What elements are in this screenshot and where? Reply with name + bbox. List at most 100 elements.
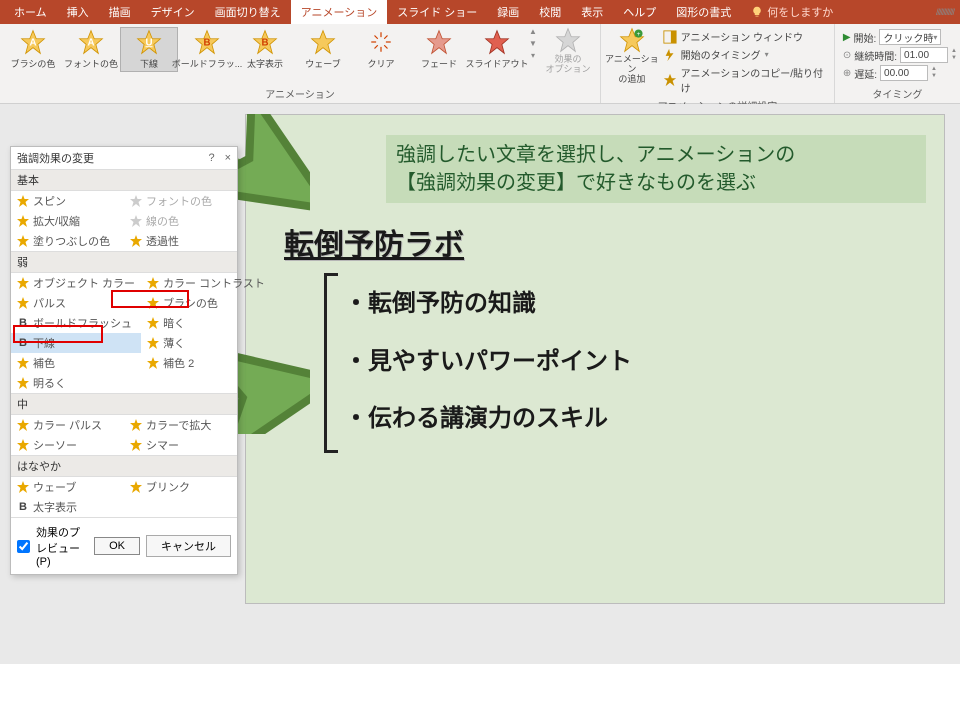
anim-gallery-bold[interactable]: B 太字表示 <box>236 27 294 72</box>
duration-spinner[interactable]: ▲▼ <box>951 48 957 62</box>
ribbon-group-timing: ▶ 開始: クリック時 ▾ ⊙ 継続時間: 01.00 ▲▼ ⊕ <box>835 24 960 103</box>
tab-design[interactable]: デザイン <box>141 0 205 24</box>
ribbon-group-timing-label: タイミング <box>839 85 956 103</box>
ok-button[interactable]: OK <box>94 537 140 555</box>
effect-growshrink[interactable]: 拡大/収縮 <box>11 211 124 231</box>
tell-me-search[interactable]: 何をしますか <box>741 4 843 20</box>
effect-colorextend[interactable]: カラーで拡大 <box>124 415 237 435</box>
svg-text:B: B <box>261 37 268 48</box>
svg-text:U: U <box>145 37 152 48</box>
svg-text:B: B <box>203 37 210 48</box>
ribbon-group-animation: A ブラシの色 A フォントの色 U 下線 B ボールドフラッ... B 太字表… <box>0 24 601 103</box>
effect-complement[interactable]: 補色 <box>11 353 141 373</box>
tab-animations[interactable]: アニメーション <box>291 0 388 24</box>
dialog-section-subtle: 弱 <box>11 251 237 273</box>
effect-underline[interactable]: B下線 <box>11 333 141 353</box>
tab-review[interactable]: 校閲 <box>529 0 571 24</box>
svg-text:A: A <box>87 37 94 48</box>
effect-transparency[interactable]: 透過性 <box>124 231 237 251</box>
timing-delay-value: 00.00 <box>884 68 909 79</box>
effect-fill[interactable]: 塗りつぶしの色 <box>11 231 124 251</box>
cancel-button[interactable]: キャンセル <box>146 535 231 557</box>
effect-linecolor[interactable]: 線の色 <box>124 211 237 231</box>
slide-title: 転倒予防ラボ <box>284 220 464 264</box>
tab-help[interactable]: ヘルプ <box>613 0 666 24</box>
anim-gallery-slideout-label: スライドアウト <box>466 57 529 70</box>
effect-preview-label: 効果のプレビュー(P) <box>36 524 88 568</box>
tab-draw[interactable]: 描画 <box>99 0 141 24</box>
tell-me-label: 何をしますか <box>767 4 833 20</box>
animation-painter-button[interactable]: アニメーションのコピー/貼り付け <box>663 65 826 95</box>
bullet-1: ・転倒予防の知識 <box>344 275 632 333</box>
effect-wave[interactable]: ウェーブ <box>11 477 124 497</box>
effect-objectcolor[interactable]: オブジェクト カラー <box>11 273 141 293</box>
bullet-3: ・伝わる講演力のスキル <box>344 390 632 448</box>
slide-canvas[interactable]: 強調したい文章を選択し、アニメーションの 【強調効果の変更】で好きなものを選ぶ … <box>245 114 945 604</box>
effect-colorpulse[interactable]: カラー パルス <box>11 415 124 435</box>
tab-insert[interactable]: 挿入 <box>57 0 99 24</box>
dialog-close-button[interactable]: × <box>225 152 231 164</box>
animation-pane-button[interactable]: アニメーション ウィンドウ <box>663 29 826 44</box>
delay-spinner[interactable]: ▲▼ <box>931 66 937 80</box>
anim-gallery-wave[interactable]: ウェーブ <box>294 27 352 72</box>
anim-gallery-underline[interactable]: U 下線 <box>120 27 178 72</box>
effect-complement2[interactable]: 補色 2 <box>141 353 271 373</box>
timing-duration-input[interactable]: 01.00 <box>900 47 948 63</box>
tab-shape-format[interactable]: 図形の書式 <box>666 0 741 24</box>
anim-gallery-clear-label: クリア <box>367 57 394 70</box>
effect-options-label: 効果の オプション <box>545 55 590 75</box>
anim-gallery-wave-label: ウェーブ <box>305 57 340 70</box>
effect-darken[interactable]: 暗く <box>141 313 271 333</box>
animation-pane-label: アニメーション ウィンドウ <box>681 29 803 44</box>
add-animation-label: アニメーション の追加 <box>605 55 659 85</box>
anim-gallery-boldflash[interactable]: B ボールドフラッ... <box>178 27 236 72</box>
tab-record[interactable]: 録画 <box>487 0 529 24</box>
anim-gallery-brush[interactable]: A ブラシの色 <box>4 27 62 72</box>
ribbon-group-animation-label: アニメーション <box>4 85 596 103</box>
timing-duration-value: 01.00 <box>904 50 929 61</box>
tab-slideshow[interactable]: スライド ショー <box>387 0 487 24</box>
effect-colorcontrast[interactable]: カラー コントラスト <box>141 273 271 293</box>
timing-delay-input[interactable]: 00.00 <box>880 65 928 81</box>
effect-preview-checkbox[interactable] <box>17 540 30 553</box>
dialog-titlebar[interactable]: 強調効果の変更 ? × <box>11 147 237 169</box>
effect-brushcolor[interactable]: ブラシの色 <box>141 293 271 313</box>
trigger-icon <box>663 48 677 62</box>
dialog-title-text: 強調効果の変更 <box>17 150 94 166</box>
svg-text:+: + <box>636 31 640 38</box>
effect-spin[interactable]: スピン <box>11 191 124 211</box>
trigger-button[interactable]: 開始のタイミング ▾ <box>663 47 826 62</box>
gallery-more-button[interactable]: ▲▼▾ <box>526 27 540 60</box>
change-emphasis-dialog: 強調効果の変更 ? × 基本 スピン フォントの色 拡大/収縮 線の色 塗りつぶ… <box>10 146 238 575</box>
anim-gallery-font[interactable]: A フォントの色 <box>62 27 120 72</box>
trigger-label: 開始のタイミング <box>681 47 761 62</box>
tab-home[interactable]: ホーム <box>4 0 57 24</box>
effect-fontcolor[interactable]: フォントの色 <box>124 191 237 211</box>
effect-blink[interactable]: ブリンク <box>124 477 237 497</box>
svg-text:A: A <box>29 37 36 48</box>
tab-transitions[interactable]: 画面切り替え <box>205 0 291 24</box>
effect-boldreveal[interactable]: B太字表示 <box>11 497 124 517</box>
ribbon: A ブラシの色 A フォントの色 U 下線 B ボールドフラッ... B 太字表… <box>0 24 960 104</box>
effect-lighten[interactable]: 薄く <box>141 333 271 353</box>
effect-pulse[interactable]: パルス <box>11 293 141 313</box>
effect-boldflash[interactable]: Bボールドフラッシュ <box>11 313 141 333</box>
duration-icon: ⊙ <box>843 50 851 61</box>
dialog-help-button[interactable]: ? <box>208 152 214 164</box>
effect-teeter[interactable]: シーソー <box>11 435 124 455</box>
anim-gallery-clear[interactable]: クリア <box>352 27 410 72</box>
timing-duration-label: 継続時間: <box>854 48 897 63</box>
anim-gallery-boldflash-label: ボールドフラッ... <box>172 57 243 70</box>
add-animation-button[interactable]: + アニメーション の追加 <box>605 27 659 85</box>
effect-brighten[interactable]: 明るく <box>11 373 141 393</box>
timing-start-select[interactable]: クリック時 ▾ <box>879 29 941 45</box>
callout-line2: 【強調効果の変更】で好きなものを選ぶ <box>396 172 756 194</box>
anim-gallery-font-label: フォントの色 <box>64 57 118 70</box>
anim-gallery-slideout[interactable]: スライドアウト <box>468 27 526 72</box>
ribbon-group-advanced: + アニメーション の追加 アニメーション ウィンドウ 開始のタイミング ▾ <box>601 24 835 103</box>
anim-gallery-fade-label: フェード <box>421 57 457 70</box>
effect-shimmer[interactable]: シマー <box>124 435 237 455</box>
tab-view[interactable]: 表示 <box>571 0 613 24</box>
anim-gallery-fade[interactable]: フェード <box>410 27 468 72</box>
bullet-2: ・見やすいパワーポイント <box>344 333 632 391</box>
